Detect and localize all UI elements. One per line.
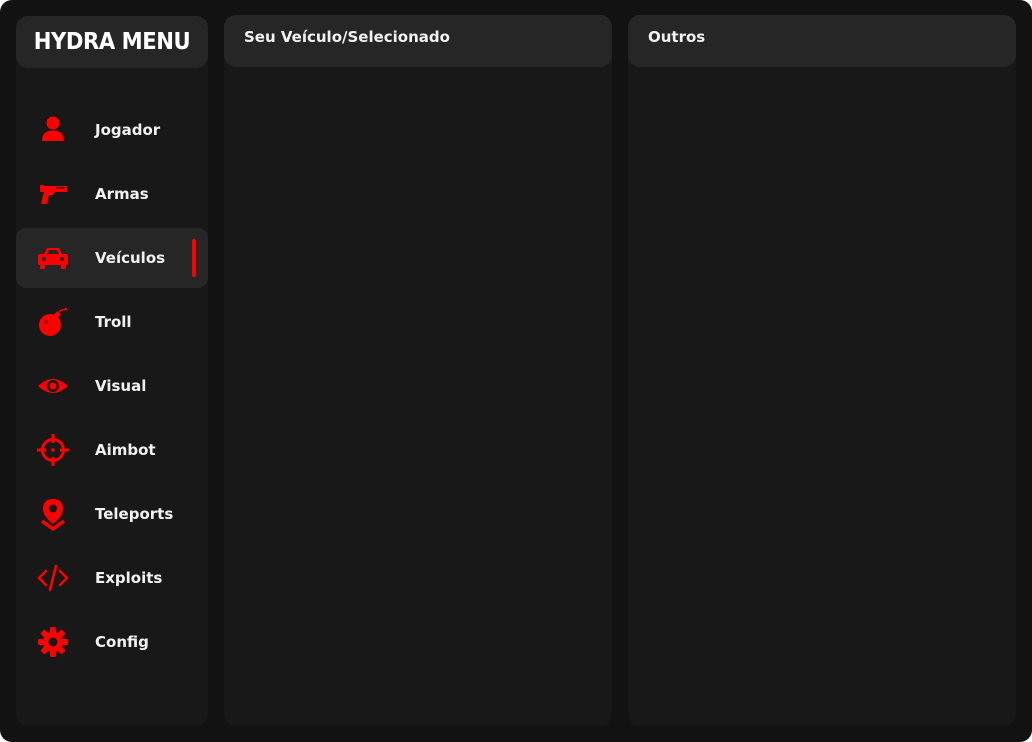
sidebar-item-label: Armas — [95, 185, 149, 203]
active-indicator — [192, 239, 196, 277]
car-icon — [36, 241, 70, 275]
sidebar-item-exploits[interactable]: Exploits — [16, 548, 208, 608]
others-panel: Outros — [628, 15, 1016, 726]
menu-window: HYDRA MENU Jogador Armas Veículos Troll … — [0, 0, 1032, 742]
crosshair-icon — [36, 433, 70, 467]
sidebar-item-veiculos[interactable]: Veículos — [16, 228, 208, 288]
sidebar-item-label: Config — [95, 633, 149, 651]
panel-header: Seu Veículo/Selecionado — [224, 15, 612, 67]
panel-title: Seu Veículo/Selecionado — [244, 28, 450, 46]
map-pin-icon — [36, 497, 70, 531]
sidebar-item-teleports[interactable]: Teleports — [16, 484, 208, 544]
user-icon — [36, 113, 70, 147]
sidebar-item-armas[interactable]: Armas — [16, 164, 208, 224]
code-icon — [36, 561, 70, 595]
sidebar-item-config[interactable]: Config — [16, 612, 208, 672]
bomb-icon — [36, 305, 70, 339]
gear-icon — [36, 625, 70, 659]
sidebar-item-label: Jogador — [95, 121, 161, 139]
sidebar-item-troll[interactable]: Troll — [16, 292, 208, 352]
sidebar-item-label: Exploits — [95, 569, 163, 587]
sidebar-item-visual[interactable]: Visual — [16, 356, 208, 416]
logo: HYDRA MENU — [16, 16, 208, 68]
sidebar-item-label: Troll — [95, 313, 132, 331]
sidebar-item-label: Visual — [95, 377, 147, 395]
pistol-icon — [36, 177, 70, 211]
panel-header: Outros — [628, 15, 1016, 67]
panel-title: Outros — [648, 28, 706, 46]
vehicle-panel: Seu Veículo/Selecionado — [224, 15, 612, 726]
sidebar-item-label: Veículos — [95, 249, 166, 267]
sidebar-item-jogador[interactable]: Jogador — [16, 100, 208, 160]
sidebar: HYDRA MENU Jogador Armas Veículos Troll … — [16, 16, 208, 726]
app-title: HYDRA MENU — [33, 29, 191, 55]
sidebar-nav: Jogador Armas Veículos Troll Visual Aimb… — [16, 100, 208, 676]
sidebar-item-aimbot[interactable]: Aimbot — [16, 420, 208, 480]
eye-icon — [36, 369, 70, 403]
sidebar-item-label: Teleports — [95, 505, 174, 523]
sidebar-item-label: Aimbot — [95, 441, 156, 459]
